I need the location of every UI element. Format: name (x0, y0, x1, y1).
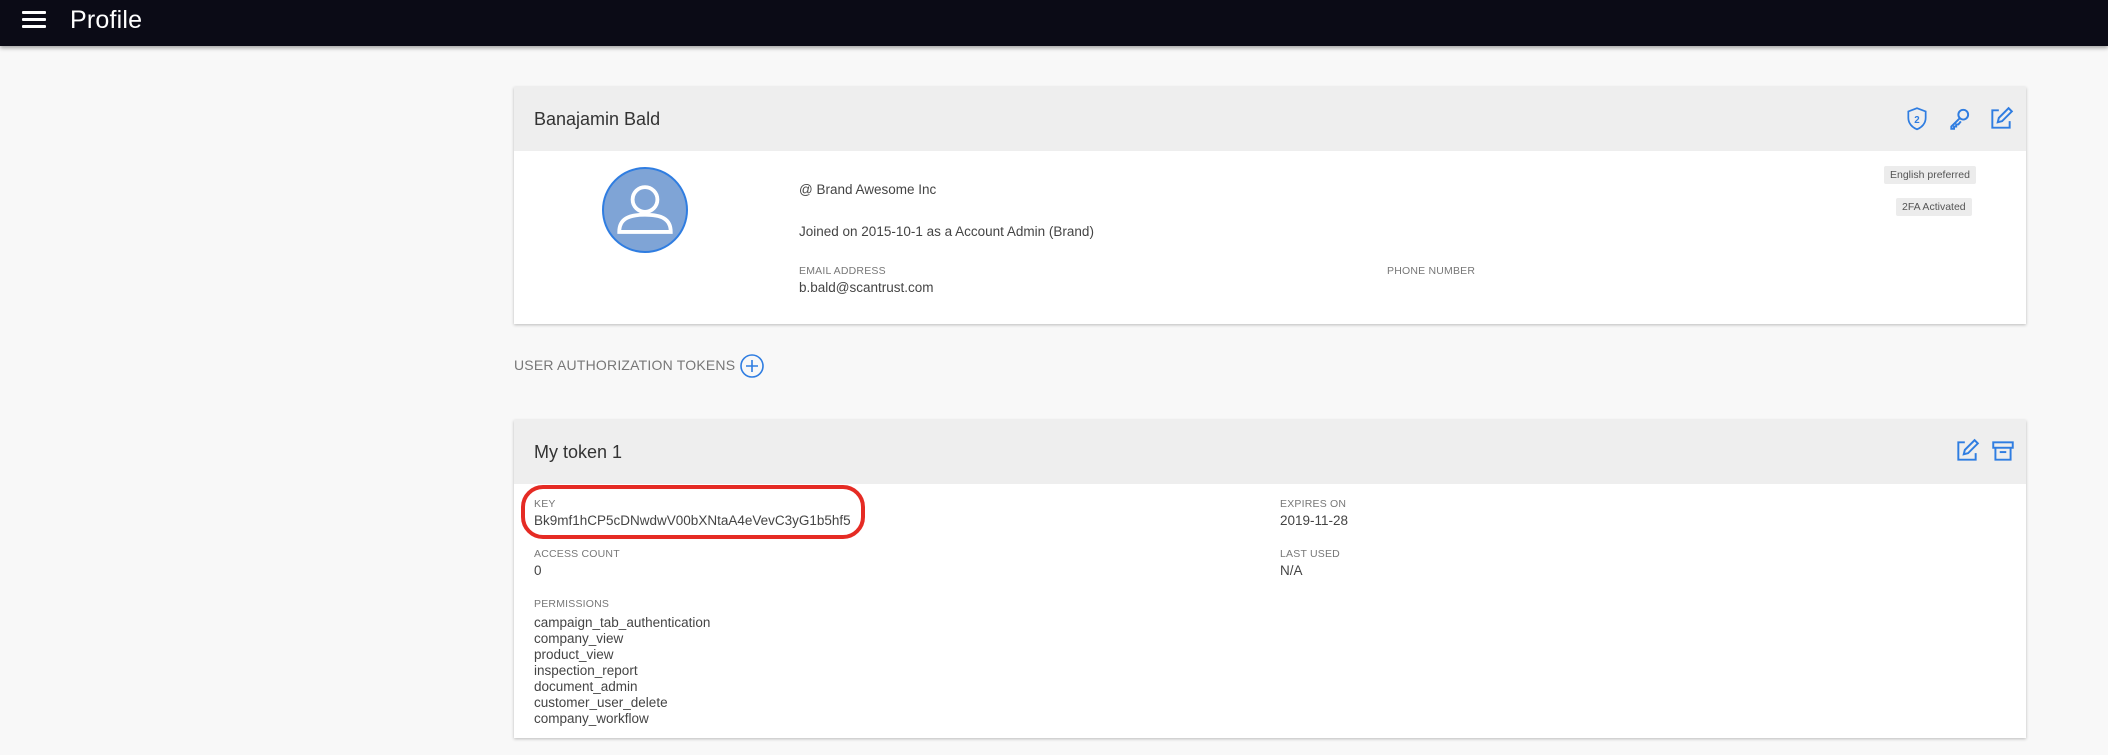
tokens-section-heading: USER AUTHORIZATION TOKENS (514, 357, 736, 373)
list-item: product_view (534, 647, 614, 662)
permissions-label: PERMISSIONS (534, 598, 610, 610)
list-item: inspection_report (534, 663, 638, 678)
language-badge: English preferred (1884, 166, 1976, 184)
access-count-label: ACCESS COUNT (534, 548, 620, 560)
email-label: EMAIL ADDRESS (799, 265, 886, 277)
last-used-label: LAST USED (1280, 548, 1340, 560)
expires-value: 2019-11-28 (1280, 513, 1349, 528)
archive-icon[interactable] (1990, 438, 2016, 464)
two-factor-badge: 2FA Activated (1896, 198, 1972, 216)
page-title: Profile (70, 6, 143, 34)
access-count-value: 0 (534, 563, 542, 578)
token-name: My token 1 (534, 442, 623, 462)
expires-label: EXPIRES ON (1280, 498, 1347, 510)
company-name: @ Brand Awesome Inc (799, 182, 937, 197)
email-value: b.bald@scantrust.com (799, 280, 934, 295)
list-item: company_view (534, 631, 624, 646)
user-icon (617, 185, 673, 234)
key-icon[interactable] (1947, 106, 1973, 132)
phone-label: PHONE NUMBER (1387, 265, 1476, 277)
two-factor-shield-icon[interactable]: 2 (1904, 106, 1930, 132)
joined-info: Joined on 2015-10-1 as a Account Admin (… (799, 224, 1094, 239)
token-card-header: My token 1 (514, 420, 2026, 484)
token-card: My token 1 KEY Bk9mf1hCP5cDNwdwV00bXNtaA… (514, 420, 2026, 738)
permissions-list: campaign_tab_authentication company_view… (534, 615, 710, 727)
hamburger-menu-icon[interactable] (22, 9, 48, 31)
edit-icon[interactable] (1954, 438, 1980, 464)
svg-text:2: 2 (1914, 115, 1920, 126)
profile-card: Banajamin Bald 2 @ Brand Awesome Inc Joi… (514, 87, 2026, 324)
token-key-value: Bk9mf1hCP5cDNwdwV00bXNtaA4eVevC3yG1b5hf5 (534, 513, 851, 528)
profile-card-header: Banajamin Bald 2 (514, 87, 2026, 151)
list-item: campaign_tab_authentication (534, 615, 711, 630)
list-item: company_workflow (534, 711, 649, 726)
list-item: customer_user_delete (534, 695, 668, 710)
profile-name: Banajamin Bald (534, 109, 661, 129)
list-item: document_admin (534, 679, 638, 694)
add-circle-icon[interactable] (739, 353, 765, 379)
edit-icon[interactable] (1988, 106, 2014, 132)
last-used-value: N/A (1280, 563, 1303, 578)
top-app-bar: Profile (0, 0, 2108, 46)
avatar (602, 167, 688, 253)
key-label: KEY (534, 498, 556, 510)
